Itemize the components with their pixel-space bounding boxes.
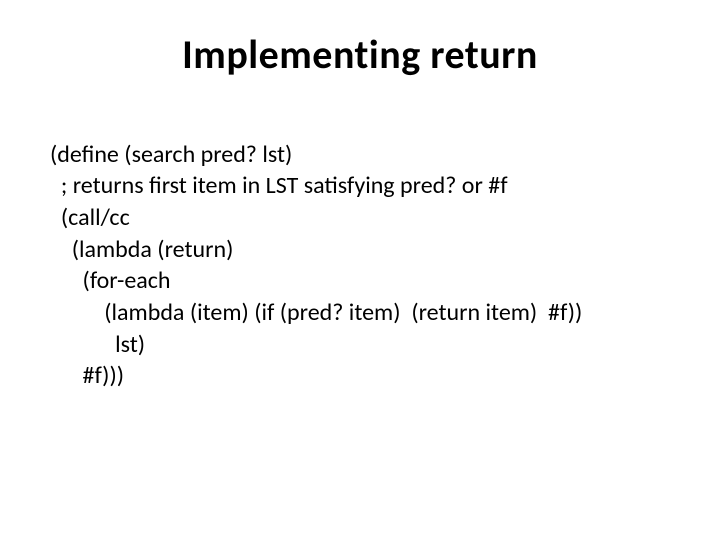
code-line: (lambda (item) (if (pred? item) (return … [50,298,582,327]
code-line: (for-each [50,266,171,295]
code-block: (define (search pred? lst) ; returns fir… [50,107,670,424]
code-line: (define (search pred? lst) [50,140,292,169]
code-line: ; returns first item in LST satisfying p… [50,171,508,200]
code-line: (call/cc [50,203,130,232]
code-line: #f))) [50,361,124,390]
slide: Implementing return (define (search pred… [0,0,720,540]
code-line: lst) [50,330,145,359]
code-line: (lambda (return) [50,235,233,264]
slide-title: Implementing return [50,30,670,79]
